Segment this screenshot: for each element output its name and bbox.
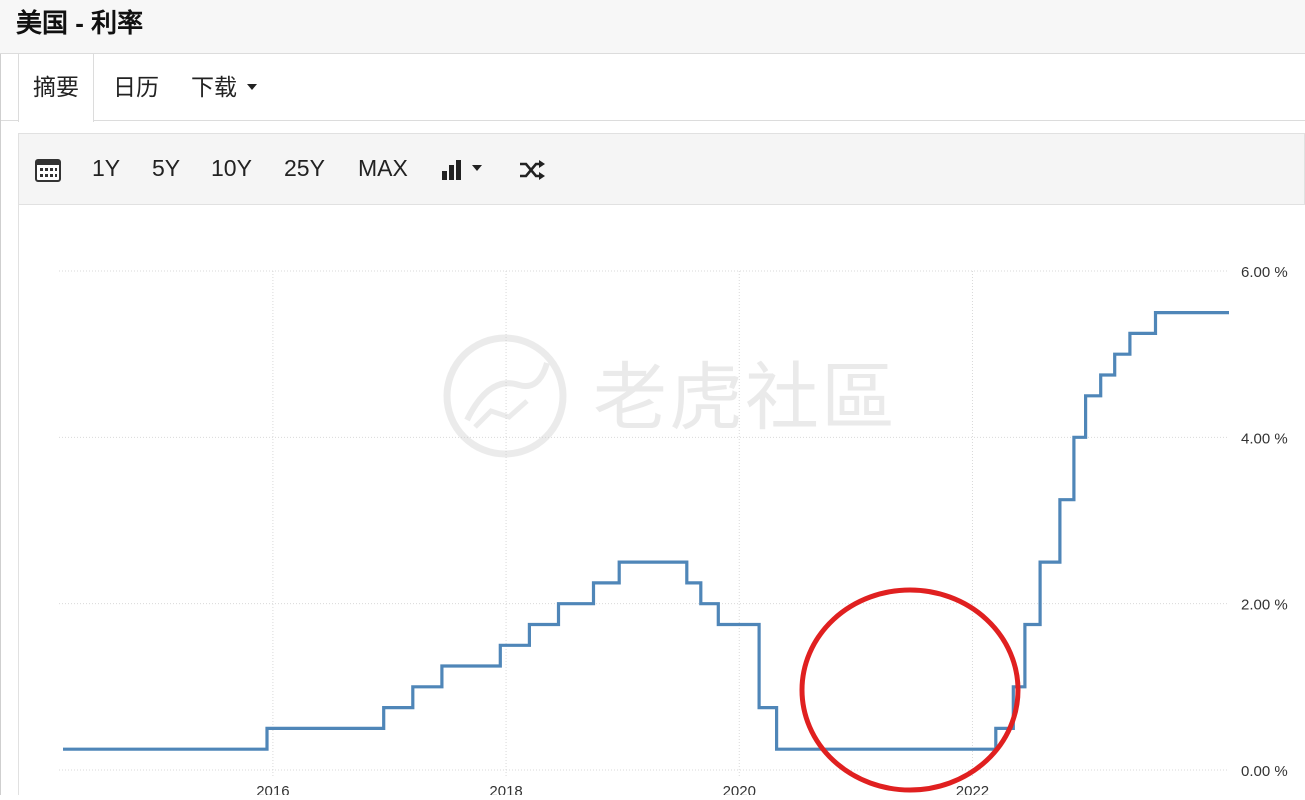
y-tick-label: 0.00 % (1241, 763, 1288, 780)
range-10y-button[interactable]: 10Y (211, 134, 252, 204)
x-tick-label: 2016 (256, 783, 289, 795)
x-tick-label: 2020 (723, 783, 756, 795)
calendar-icon (35, 158, 61, 182)
y-tick-label: 2.00 % (1241, 597, 1288, 614)
tab-calendar[interactable]: 日历 (113, 54, 159, 121)
y-tick-label: 4.00 % (1241, 430, 1288, 447)
shuffle-icon (520, 159, 545, 180)
chart-type-button[interactable] (440, 134, 482, 204)
tabs-bar: 摘要 日历 下载 (0, 54, 1305, 122)
range-5y-button[interactable]: 5Y (152, 134, 180, 204)
tab-calendar-label: 日历 (113, 74, 159, 100)
tab-summary[interactable]: 摘要 (18, 54, 94, 122)
x-tick-label: 2022 (956, 783, 989, 795)
tab-summary-label: 摘要 (33, 74, 79, 100)
y-tick-label: 6.00 % (1241, 264, 1288, 281)
panel-left-border (0, 54, 1, 795)
tab-download[interactable]: 下载 (191, 54, 257, 121)
x-tick-label: 2018 (489, 783, 522, 795)
tab-download-label: 下载 (191, 74, 237, 100)
range-max-button[interactable]: MAX (358, 134, 408, 204)
calendar-button[interactable] (35, 134, 61, 204)
watermark-text: 老虎社區 (593, 356, 897, 439)
shuffle-button[interactable] (518, 134, 546, 204)
range-25y-button[interactable]: 25Y (284, 134, 325, 204)
chart-area: 老虎社區 2016 2018 2020 2022 0.00 % 2.00 % 4.00 %… (18, 205, 1305, 800)
page-title: 美国 - 利率 (16, 8, 144, 38)
chevron-down-icon (247, 84, 257, 91)
bar-chart-icon (442, 159, 461, 180)
chart-toolbar: 1Y 5Y 10Y 25Y MAX (18, 133, 1305, 205)
chevron-down-icon (472, 165, 482, 172)
watermark: 老虎社區 (443, 334, 897, 458)
title-bar: 美国 - 利率 (0, 0, 1305, 54)
interest-rate-chart: 老虎社區 2016 2018 2020 2022 0.00 % 2.00 % 4.00 %… (59, 264, 1288, 800)
range-1y-button[interactable]: 1Y (92, 134, 120, 204)
annotation-circle (799, 587, 1021, 793)
